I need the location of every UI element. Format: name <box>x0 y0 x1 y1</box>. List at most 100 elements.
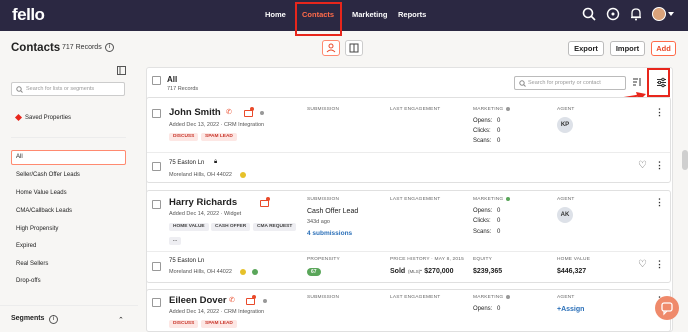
row-checkbox[interactable] <box>152 109 161 118</box>
property-checkbox[interactable] <box>152 262 161 271</box>
tag-home-value[interactable]: HOME VALUE <box>169 223 209 231</box>
tag-discuss[interactable]: DISCUSS <box>169 133 199 141</box>
person-icon <box>326 43 336 53</box>
opens-label: Opens: <box>473 306 493 312</box>
opens-value: 0 <box>497 118 501 124</box>
export-button[interactable]: Export <box>568 41 604 56</box>
saved-properties-link[interactable]: Saved Properties <box>25 115 71 121</box>
marketing-status-dot <box>506 107 510 111</box>
price-value: · $270,000 <box>420 268 454 275</box>
select-all-checkbox[interactable] <box>152 76 161 85</box>
refresh-icon[interactable] <box>606 7 620 21</box>
add-button[interactable]: Add <box>651 41 676 56</box>
added-info: Added Dec 14, 2022 · Widget <box>169 211 242 217</box>
search-icon[interactable] <box>582 7 596 21</box>
lock-icon: 🔒︎ <box>214 159 218 165</box>
info-icon[interactable]: i <box>49 315 58 324</box>
scans-label: Scans: <box>473 229 492 235</box>
row-checkbox[interactable] <box>152 298 161 307</box>
status-indicator-icon <box>240 172 246 178</box>
sidebar-item-home-value[interactable]: Home Value Leads <box>16 190 67 196</box>
sort-icon[interactable] <box>632 77 642 87</box>
scrollbar-handle[interactable] <box>682 150 688 170</box>
chevron-down-icon[interactable] <box>668 12 674 16</box>
status-dot <box>263 299 267 303</box>
mail-icon[interactable] <box>260 200 269 207</box>
sidebar-item-active[interactable] <box>11 150 126 165</box>
property-city: Moreland Hills, OH 44022 <box>169 269 232 275</box>
sidebar-item-seller-cash-offer[interactable]: Seller/Cash Offer Leads <box>16 172 80 178</box>
segments-heading[interactable]: Segments <box>11 315 44 322</box>
divider <box>147 251 670 252</box>
sidebar-item-drop-offs[interactable]: Drop-offs <box>16 278 41 284</box>
import-button[interactable]: Import <box>610 41 645 56</box>
more-options-icon[interactable]: ⋮ <box>655 161 664 170</box>
agent-header: AGENT <box>557 197 575 202</box>
submissions-link[interactable]: 4 submissions <box>307 230 352 237</box>
mail-icon[interactable] <box>244 110 253 117</box>
contact-name[interactable]: Eileen Dover <box>169 295 227 306</box>
row-checkbox[interactable] <box>152 200 161 209</box>
heart-icon[interactable]: ♡ <box>638 259 647 270</box>
info-icon[interactable]: i <box>105 43 114 52</box>
nav-marketing[interactable]: Marketing <box>352 10 387 19</box>
collapse-sidebar-icon[interactable] <box>117 66 126 75</box>
property-address[interactable]: 75 Easton Ln <box>169 160 204 166</box>
sidebar-item-all[interactable]: All <box>16 154 23 160</box>
page-title: Contacts <box>11 42 61 54</box>
sidebar-item-high-propensity[interactable]: High Propensity <box>16 226 58 232</box>
search-icon <box>519 80 526 87</box>
tag-cma-request[interactable]: CMA REQUEST <box>253 223 297 231</box>
sidebar-item-expired[interactable]: Expired <box>16 243 36 249</box>
fello-logo[interactable]: fello <box>12 5 45 25</box>
added-info: Added Dec 14, 2022 · CRM Integration <box>169 309 265 315</box>
contacts-view-tab[interactable] <box>322 40 340 56</box>
unread-dot <box>266 197 270 201</box>
clicks-value: 0 <box>497 128 501 134</box>
divider <box>0 305 138 306</box>
contact-name[interactable]: John Smith <box>169 107 221 118</box>
price-source: (MLS) <box>408 269 421 274</box>
chevron-up-icon[interactable]: ⌃ <box>118 316 124 324</box>
heart-icon[interactable]: ♡ <box>638 160 647 171</box>
marketing-header: MARKETING <box>473 197 504 202</box>
opens-label: Opens: <box>473 208 493 214</box>
nav-home[interactable]: Home <box>265 10 286 19</box>
phone-icon[interactable]: ✆ <box>229 296 237 304</box>
property-checkbox[interactable] <box>152 162 161 171</box>
mail-icon[interactable] <box>246 298 255 305</box>
home-value: $446,327 <box>557 268 587 275</box>
propensity-score: 67 <box>307 268 321 276</box>
contact-name[interactable]: Harry Richards <box>169 197 237 208</box>
properties-view-tab[interactable] <box>345 40 363 56</box>
more-options-icon[interactable]: ⋮ <box>655 198 664 207</box>
agent-header: AGENT <box>557 107 575 112</box>
agent-avatar[interactable]: AK <box>557 207 573 223</box>
nav-reports[interactable]: Reports <box>398 10 426 19</box>
tag-spam-lead[interactable]: SPAM LEAD <box>201 133 237 141</box>
chat-icon <box>661 302 673 316</box>
tag-spam-lead[interactable]: SPAM LEAD <box>201 320 237 328</box>
tag-cash-offer[interactable]: CASH OFFER <box>211 223 251 231</box>
user-avatar[interactable] <box>652 7 666 21</box>
assign-agent-link[interactable]: +Assign <box>557 306 584 313</box>
heart-icon <box>14 113 23 122</box>
segment-search-input[interactable]: Search for lists or segments <box>11 82 125 96</box>
clicks-value: 0 <box>497 218 501 224</box>
more-options-icon[interactable]: ⋮ <box>655 108 664 117</box>
tag-discuss[interactable]: DISCUSS <box>169 320 199 328</box>
unread-dot <box>250 107 254 111</box>
sidebar-item-cma-callback[interactable]: CMA/Callback Leads <box>16 208 72 214</box>
status-indicator-icon <box>240 269 246 275</box>
tag-more[interactable]: ... <box>169 237 181 245</box>
more-options-icon[interactable]: ⋮ <box>655 260 664 269</box>
property-contact-search-input[interactable]: Search for property or contact <box>514 76 626 90</box>
marketing-status-dot <box>506 295 510 299</box>
bell-icon[interactable] <box>629 7 643 21</box>
all-count: 717 Records <box>167 86 199 92</box>
phone-icon[interactable]: ✆ <box>226 108 234 116</box>
sidebar-item-real-sellers[interactable]: Real Sellers <box>16 261 48 267</box>
agent-avatar[interactable]: KP <box>557 117 573 133</box>
property-address[interactable]: 75 Easton Ln <box>169 258 204 264</box>
chat-widget-button[interactable] <box>655 296 679 320</box>
